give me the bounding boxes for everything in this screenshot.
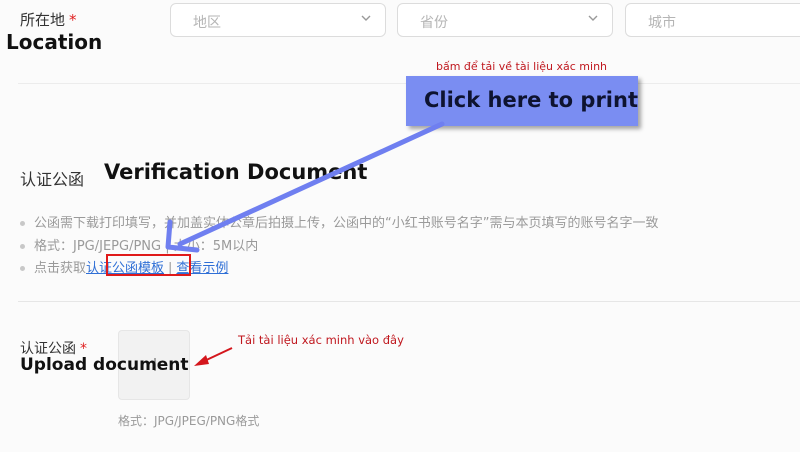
arrow-icon [165, 121, 445, 366]
